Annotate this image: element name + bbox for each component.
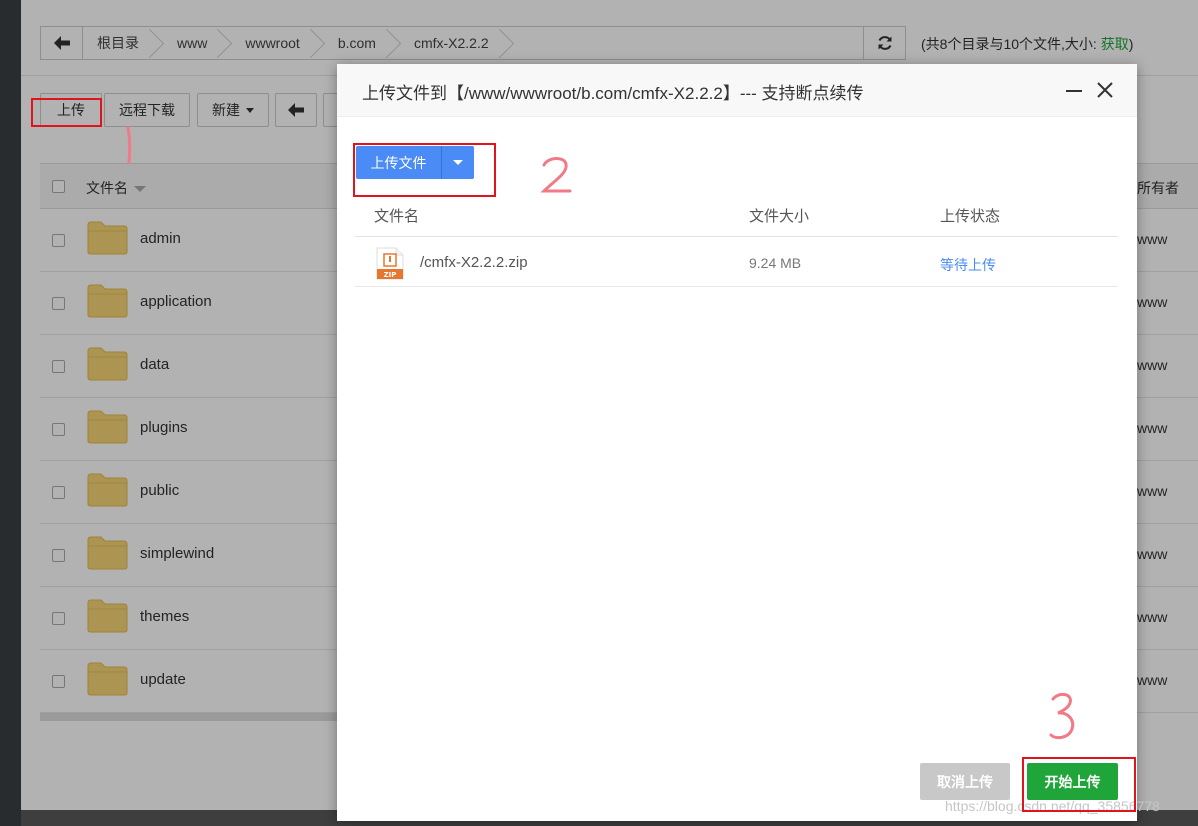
breadcrumb-cmfx[interactable]: cmfx-X2.2.2 [400,27,513,59]
path-bar: 根目录 www wwwroot b.com cmfx-X2.2.2 [40,26,906,60]
file-name[interactable]: simplewind [140,545,214,562]
row-checkbox[interactable] [52,612,65,625]
arrow-left-icon [288,103,304,117]
file-owner: www [1137,483,1168,499]
breadcrumb-root[interactable]: 根目录 [83,27,163,59]
dialog-header: 上传文件到【/www/wwwroot/b.com/cmfx-X2.2.2】---… [337,64,1137,117]
file-name[interactable]: update [140,671,186,688]
file-name[interactable]: data [140,356,169,373]
breadcrumb-www[interactable]: www [163,27,231,59]
breadcrumb-wwwroot[interactable]: wwwroot [231,27,323,59]
row-checkbox[interactable] [52,675,65,688]
column-name-header[interactable]: 文件名 [86,178,146,198]
dialog-title: 上传文件到【/www/wwwroot/b.com/cmfx-X2.2.2】---… [362,84,864,103]
file-name[interactable]: themes [140,608,189,625]
arrow-left-icon [53,36,70,50]
breadcrumb-b-com[interactable]: b.com [324,27,400,59]
file-owner: www [1137,546,1168,562]
column-owner-header: 所有者 [1137,180,1179,196]
upload-file-row: ZIP /cmfx-X2.2.2.zip 9.24 MB 等待上传 [355,238,1118,287]
upload-file-status: 等待上传 [940,257,996,273]
annotation-box-start-upload [1022,757,1136,812]
table-scrollbar[interactable] [40,713,337,721]
row-checkbox[interactable] [52,297,65,310]
new-label: 新建 [212,102,240,118]
upload-file-name: /cmfx-X2.2.2.zip [420,254,528,271]
refresh-icon [878,36,891,50]
path-input-area[interactable] [513,27,863,59]
file-owner: www [1137,357,1168,373]
folder-icon [87,410,128,444]
new-dropdown-button[interactable]: 新建 [197,93,269,127]
select-all-checkbox[interactable] [52,180,65,193]
annotation-number-2 [540,157,572,193]
folder-icon [87,662,128,696]
row-checkbox[interactable] [52,423,65,436]
upload-table-header: 文件名 文件大小 上传状态 [355,192,1118,237]
get-size-link[interactable]: 获取 [1101,36,1129,52]
folder-icon [87,473,128,507]
annotation-number-1 [126,126,132,164]
file-name[interactable]: application [140,293,212,310]
row-checkbox[interactable] [52,360,65,373]
file-owner: www [1137,420,1168,436]
file-owner: www [1137,294,1168,310]
folder-icon [87,536,128,570]
file-name[interactable]: plugins [140,419,188,436]
left-sidebar-strip [0,0,21,826]
close-icon[interactable] [1095,80,1115,100]
file-owner: www [1137,609,1168,625]
remote-download-button[interactable]: 远程下载 [104,93,190,127]
folder-icon [87,347,128,381]
minimize-icon[interactable] [1066,90,1082,92]
file-owner: www [1137,231,1168,247]
folder-icon [87,599,128,633]
row-checkbox[interactable] [52,486,65,499]
zip-file-icon: ZIP [376,247,404,280]
file-owner: www [1137,672,1168,688]
caret-down-icon [246,107,254,113]
upload-col-status: 上传状态 [940,208,1001,225]
file-name[interactable]: public [140,482,179,499]
folder-icon [87,284,128,318]
refresh-button[interactable] [863,27,905,59]
cancel-upload-button[interactable]: 取消上传 [920,763,1010,800]
directory-summary: (共8个目录与10个文件,大小: 获取) [921,36,1134,52]
folder-icon [87,221,128,255]
annotation-number-3 [1049,692,1075,740]
upload-col-size: 文件大小 [749,208,810,225]
file-name[interactable]: admin [140,230,181,247]
annotation-box-upload-files [353,143,496,197]
upload-col-name: 文件名 [374,208,420,225]
row-checkbox[interactable] [52,549,65,562]
sort-caret-icon [134,186,146,193]
back-button[interactable] [275,93,317,127]
annotation-box-upload [31,98,102,127]
back-arrow-button[interactable] [41,27,83,59]
row-checkbox[interactable] [52,234,65,247]
upload-file-size: 9.24 MB [749,255,802,271]
zip-badge-label: ZIP [384,271,397,279]
